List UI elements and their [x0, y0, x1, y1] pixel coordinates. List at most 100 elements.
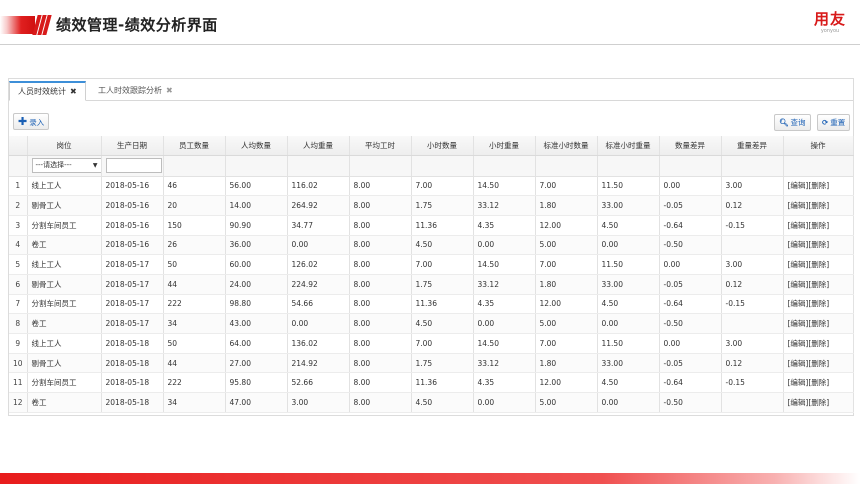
table-cell: 8.00: [349, 195, 412, 216]
table-row[interactable]: 9 线上工人 2018-05-18 50 64.00 136.02 8.00 7.00 14.5…: [9, 333, 854, 354]
row-actions-edit-delete[interactable]: [编辑][删除]: [783, 254, 854, 275]
date-filter-input[interactable]: [105, 158, 162, 173]
column-header[interactable]: 数量差异: [659, 136, 722, 156]
table-cell: 8.00: [349, 313, 412, 334]
row-actions-edit-delete[interactable]: [编辑][删除]: [783, 392, 854, 413]
table-row[interactable]: 1 线上工人 2018-05-16 46 56.00 116.02 8.00 7.00 14.5…: [9, 176, 854, 197]
table-cell: -0.50: [659, 235, 722, 256]
table-cell: 14.50: [473, 176, 536, 197]
table-cell: 50: [163, 254, 226, 275]
table-cell: 3.00: [721, 254, 784, 275]
table-cell: 2018-05-17: [101, 274, 164, 295]
logo-text: 用友: [813, 10, 846, 28]
row-actions-edit-delete[interactable]: [编辑][删除]: [783, 176, 854, 197]
row-actions-edit-delete[interactable]: [编辑][删除]: [783, 274, 854, 295]
table-row[interactable]: 5 线上工人 2018-05-17 50 60.00 126.02 8.00 7.00 14.5…: [9, 254, 854, 275]
table-cell: 2018-05-16: [101, 215, 164, 236]
row-actions-edit-delete[interactable]: [编辑][删除]: [783, 372, 854, 394]
table-cell: 0.00: [597, 235, 660, 256]
table-cell: -0.64: [659, 215, 722, 236]
row-actions-edit-delete[interactable]: [编辑][删除]: [783, 215, 854, 236]
table-cell: 7.00: [535, 254, 598, 275]
tab-bar: 人员时效统计 ✖ 工人时效跟踪分析 ✖: [9, 79, 853, 101]
column-header[interactable]: 标准小时数量: [535, 136, 598, 156]
table-row[interactable]: 3 分割车间员工 2018-05-16 150 90.90 34.77 8.00 11.36 4…: [9, 215, 854, 236]
row-number: 9: [9, 333, 28, 354]
table-cell: 0.00: [597, 392, 660, 413]
table-cell: 分割车间员工: [27, 215, 102, 236]
table-cell: 33.00: [597, 274, 660, 295]
table-cell: 8.00: [349, 274, 412, 295]
table-cell: 56.00: [225, 176, 288, 197]
table-cell: 27.00: [225, 353, 288, 374]
table-cell: 8.00: [349, 254, 412, 275]
table-cell: 46: [163, 176, 226, 197]
table-cell: 5.00: [535, 392, 598, 413]
table-cell: 33.12: [473, 274, 536, 295]
tab-worker-tracking[interactable]: 工人时效跟踪分析 ✖: [89, 81, 182, 101]
column-header[interactable]: 岗位: [27, 136, 102, 156]
table-cell: 34: [163, 392, 226, 413]
column-header[interactable]: 平均工时: [349, 136, 412, 156]
row-number: 7: [9, 294, 28, 315]
table-cell: 卷工: [27, 235, 102, 256]
table-cell: 0.12: [721, 353, 784, 374]
table-cell: 7.00: [535, 176, 598, 197]
table-cell: 2018-05-16: [101, 235, 164, 256]
row-actions-edit-delete[interactable]: [编辑][删除]: [783, 313, 854, 334]
table-cell: 2018-05-17: [101, 294, 164, 315]
table-cell: 50: [163, 333, 226, 354]
table-cell: 分割车间员工: [27, 294, 102, 315]
table-row[interactable]: 8 卷工 2018-05-17 34 43.00 0.00 8.00 4.50 0.00 5.00…: [9, 313, 854, 334]
table-cell: 4.35: [473, 294, 536, 315]
table-cell: 24.00: [225, 274, 288, 295]
column-header[interactable]: 重量差异: [721, 136, 784, 156]
table-row[interactable]: 6 剔骨工人 2018-05-17 44 24.00 224.92 8.00 1.75 33.1…: [9, 274, 854, 295]
table-row[interactable]: 4 卷工 2018-05-16 26 36.00 0.00 8.00 4.50 0.00 5.00…: [9, 235, 854, 256]
tab-personnel-efficiency[interactable]: 人员时效统计 ✖: [9, 81, 86, 101]
add-button[interactable]: ✚ 录入: [13, 113, 50, 130]
row-actions-edit-delete[interactable]: [编辑][删除]: [783, 294, 854, 315]
table-cell: 4.35: [473, 215, 536, 236]
table-cell: 14.50: [473, 333, 536, 354]
column-header[interactable]: 员工数量: [163, 136, 226, 156]
table-row[interactable]: 10 剔骨工人 2018-05-18 44 27.00 214.92 8.00 1.75 33.…: [9, 353, 854, 374]
logo-subtext: yonyou: [820, 28, 840, 34]
column-header[interactable]: 小时数量: [411, 136, 474, 156]
column-header[interactable]: 人均数量: [225, 136, 288, 156]
row-actions-edit-delete[interactable]: [编辑][删除]: [783, 353, 854, 374]
query-button[interactable]: 🔍︎ 查询: [774, 114, 811, 131]
column-header[interactable]: 人均重量: [287, 136, 350, 156]
table-cell: 剔骨工人: [27, 353, 102, 374]
table-cell: -0.50: [659, 313, 722, 334]
table-cell: 33.12: [473, 195, 536, 216]
row-actions-edit-delete[interactable]: [编辑][删除]: [783, 333, 854, 354]
table-cell: 136.02: [287, 333, 350, 354]
position-select[interactable]: ---请选择--- ▼: [31, 158, 100, 173]
table-row[interactable]: 12 卷工 2018-05-18 34 47.00 3.00 8.00 4.50 0.00 5.0…: [9, 392, 854, 413]
table-cell: 34: [163, 313, 226, 334]
column-header[interactable]: 生产日期: [101, 136, 164, 156]
row-number: 10: [9, 353, 28, 374]
table-cell: 11.50: [597, 333, 660, 354]
column-header[interactable]: 小时重量: [473, 136, 536, 156]
column-header[interactable]: 标准小时重量: [597, 136, 660, 156]
table-cell: 线上工人: [27, 333, 102, 354]
close-icon[interactable]: ✖: [166, 86, 173, 95]
row-actions-edit-delete[interactable]: [编辑][删除]: [783, 235, 854, 256]
table-cell: 0.00: [287, 313, 350, 334]
table-cell: 5.00: [535, 235, 598, 256]
tab-label: 人员时效统计: [18, 87, 66, 96]
table-row[interactable]: 2 剔骨工人 2018-05-16 20 14.00 264.92 8.00 1.75 33.1…: [9, 195, 854, 216]
row-actions-edit-delete[interactable]: [编辑][删除]: [783, 195, 854, 216]
toolbar: ✚ 录入 🔍︎ 查询 ⟳ 重置: [9, 111, 853, 133]
column-header[interactable]: 操作: [783, 136, 854, 156]
reset-button[interactable]: ⟳ 重置: [817, 114, 851, 131]
table-cell: 224.92: [287, 274, 350, 295]
table-cell: 7.00: [411, 254, 474, 275]
table-cell: 2018-05-18: [101, 372, 164, 394]
close-icon[interactable]: ✖: [70, 87, 77, 96]
table-row[interactable]: 7 分割车间员工 2018-05-17 222 98.80 54.66 8.00 11.36 4…: [9, 294, 854, 315]
table-cell: 90.90: [225, 215, 288, 236]
table-row[interactable]: 11 分割车间员工 2018-05-18 222 95.80 52.66 8.00 11.36…: [9, 372, 854, 394]
